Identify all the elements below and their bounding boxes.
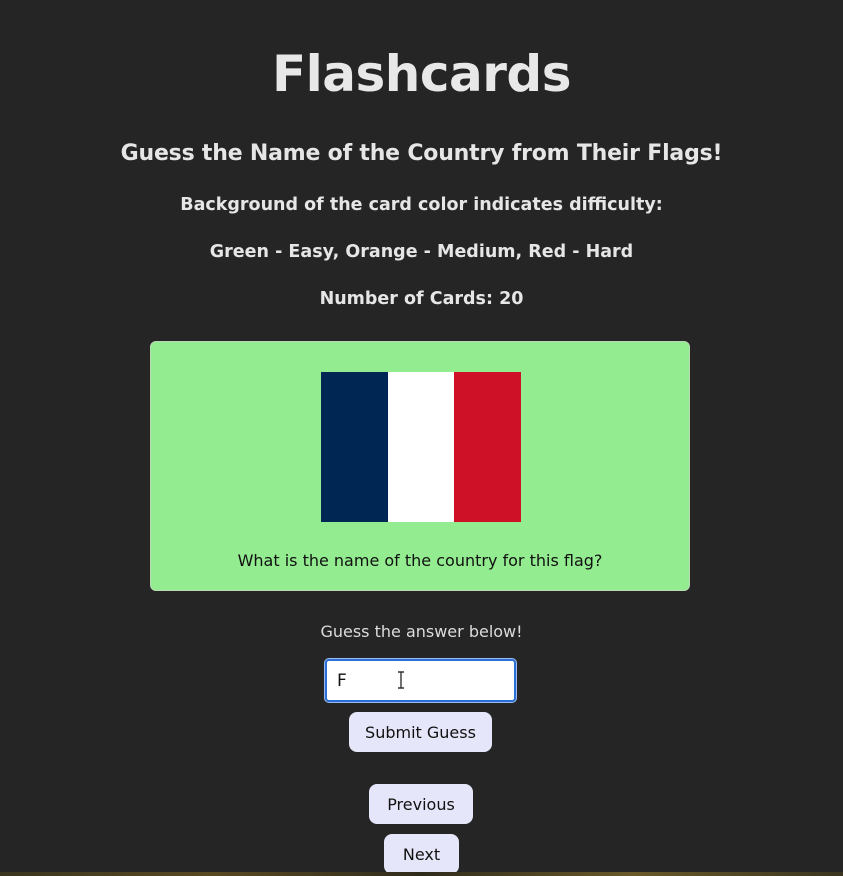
card-question: What is the name of the country for this… <box>237 551 603 570</box>
page-subtitle: Guess the Name of the Country from Their… <box>120 141 723 166</box>
page-title: Flashcards <box>272 45 571 103</box>
difficulty-legend: Green - Easy, Orange - Medium, Red - Har… <box>209 242 634 262</box>
guess-hint: Guess the answer below! <box>320 622 523 641</box>
flag-band-right <box>454 372 522 522</box>
difficulty-note: Background of the card color indicates d… <box>180 195 663 215</box>
bottom-edge-strip <box>0 872 843 876</box>
previous-button[interactable]: Previous <box>369 784 473 824</box>
flag-band-left <box>321 372 388 522</box>
france-flag-image <box>321 372 522 522</box>
flashcard: What is the name of the country for this… <box>150 341 690 591</box>
submit-guess-button[interactable]: Submit Guess <box>349 712 492 752</box>
next-button[interactable]: Next <box>384 834 459 874</box>
guess-input[interactable] <box>324 658 517 703</box>
card-count: Number of Cards: 20 <box>319 289 524 309</box>
flag-band-middle <box>387 372 455 522</box>
flashcards-page: Flashcards Guess the Name of the Country… <box>0 0 843 876</box>
